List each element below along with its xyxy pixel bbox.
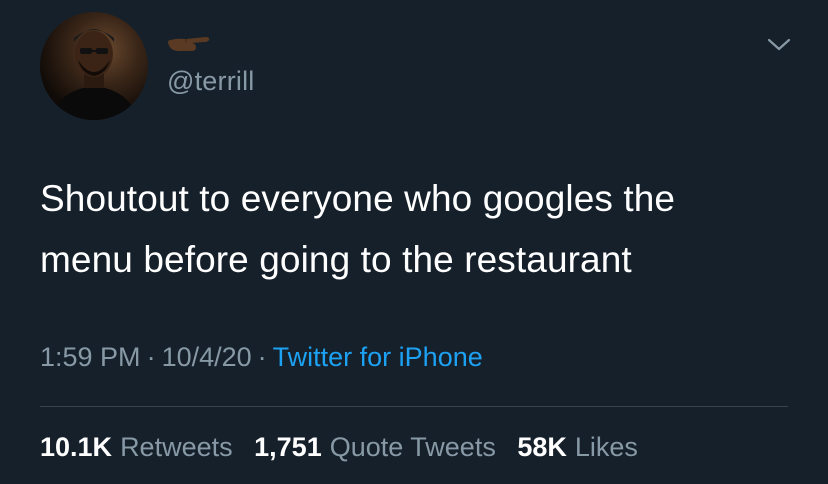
tweet-text: Shoutout to everyone who googles the men… (40, 178, 676, 280)
retweets-label: Retweets (120, 432, 233, 462)
tweet-date: 10/4/20 (161, 342, 252, 372)
retweets-stat[interactable]: 10.1K Retweets (40, 432, 233, 463)
pointing-hand-left-emoji (166, 32, 210, 56)
tweet-source-link[interactable]: Twitter for iPhone (273, 342, 483, 372)
quote-tweets-count: 1,751 (254, 432, 322, 462)
divider (40, 406, 788, 407)
tweet-meta: 1:59 PM · 10/4/20 · Twitter for iPhone (40, 342, 483, 373)
chevron-down-icon[interactable] (766, 34, 792, 54)
user-avatar-icon (50, 29, 138, 120)
retweets-count: 10.1K (40, 432, 113, 462)
tweet-card: @terrill Shoutout to everyone who google… (0, 0, 828, 484)
likes-label: Likes (574, 432, 638, 462)
likes-count: 58K (517, 432, 567, 462)
tweet-time: 1:59 PM (40, 342, 141, 372)
separator: · (257, 342, 267, 372)
tweet-stats: 10.1K Retweets 1,751 Quote Tweets 58K Likes (40, 432, 652, 463)
quote-tweets-stat[interactable]: 1,751 Quote Tweets (254, 432, 496, 463)
likes-stat[interactable]: 58K Likes (517, 432, 638, 463)
avatar[interactable] (40, 12, 148, 120)
user-handle[interactable]: @terrill (167, 66, 255, 97)
separator: · (146, 342, 156, 372)
quote-tweets-label: Quote Tweets (329, 432, 496, 462)
